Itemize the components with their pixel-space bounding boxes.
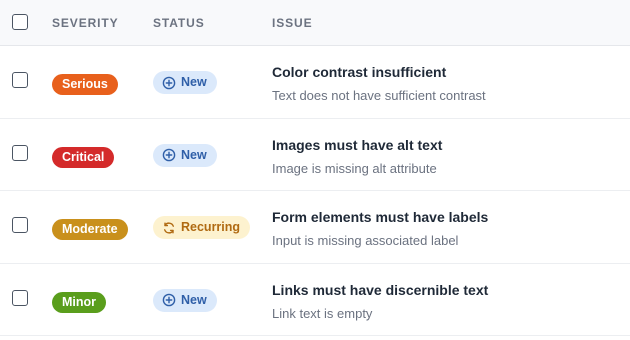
status-badge: New — [153, 288, 217, 312]
row-checkbox[interactable] — [12, 217, 28, 233]
row-checkbox[interactable] — [12, 72, 28, 88]
severity-label: Minor — [62, 294, 97, 309]
status-label: New — [181, 292, 207, 307]
issue-description: Input is missing associated label — [272, 233, 459, 248]
severity-badge: Minor — [52, 291, 107, 313]
issue-description: Text does not have sufficient contrast — [272, 88, 486, 103]
severity-column-header[interactable]: SEVERITY — [52, 16, 119, 30]
issue-title[interactable]: Color contrast insufficient — [272, 64, 446, 80]
plus-circle-icon — [162, 293, 176, 307]
status-badge: New — [153, 71, 217, 94]
status-label: Recurring — [181, 220, 241, 234]
severity-badge: Moderate — [52, 219, 128, 240]
table-row[interactable]: Serious New Color contrast insufficient … — [0, 46, 630, 119]
issue-title[interactable]: Links must have discernible text — [272, 282, 488, 298]
status-badge: New — [153, 143, 217, 167]
row-checkbox[interactable] — [12, 289, 28, 306]
plus-circle-icon — [162, 76, 176, 90]
issue-column-header[interactable]: ISSUE — [272, 16, 313, 30]
severity-label: Moderate — [62, 222, 118, 236]
status-label: New — [181, 147, 207, 162]
issues-table: SEVERITY STATUS ISSUE Serious New Color … — [0, 0, 630, 336]
status-label: New — [181, 75, 207, 89]
issue-description: Image is missing alt attribute — [272, 160, 437, 176]
table-row[interactable]: Critical New Images must have alt text I… — [0, 119, 630, 191]
issue-title[interactable]: Images must have alt text — [272, 137, 442, 153]
select-all-checkbox[interactable] — [12, 14, 28, 30]
row-checkbox[interactable] — [12, 144, 28, 161]
severity-badge: Serious — [52, 74, 118, 95]
refresh-icon — [162, 221, 176, 235]
issue-title[interactable]: Form elements must have labels — [272, 209, 488, 225]
severity-label: Serious — [62, 77, 108, 91]
table-row[interactable]: Minor New Links must have discernible te… — [0, 264, 630, 336]
table-row[interactable]: Moderate Recurring Form elements must ha… — [0, 191, 630, 264]
plus-circle-icon — [162, 148, 176, 162]
severity-badge: Critical — [52, 146, 115, 168]
severity-label: Critical — [62, 149, 105, 164]
status-badge: Recurring — [153, 216, 251, 239]
table-header: SEVERITY STATUS ISSUE — [0, 0, 630, 46]
issue-description: Link text is empty — [272, 305, 373, 321]
status-column-header[interactable]: STATUS — [153, 16, 205, 30]
